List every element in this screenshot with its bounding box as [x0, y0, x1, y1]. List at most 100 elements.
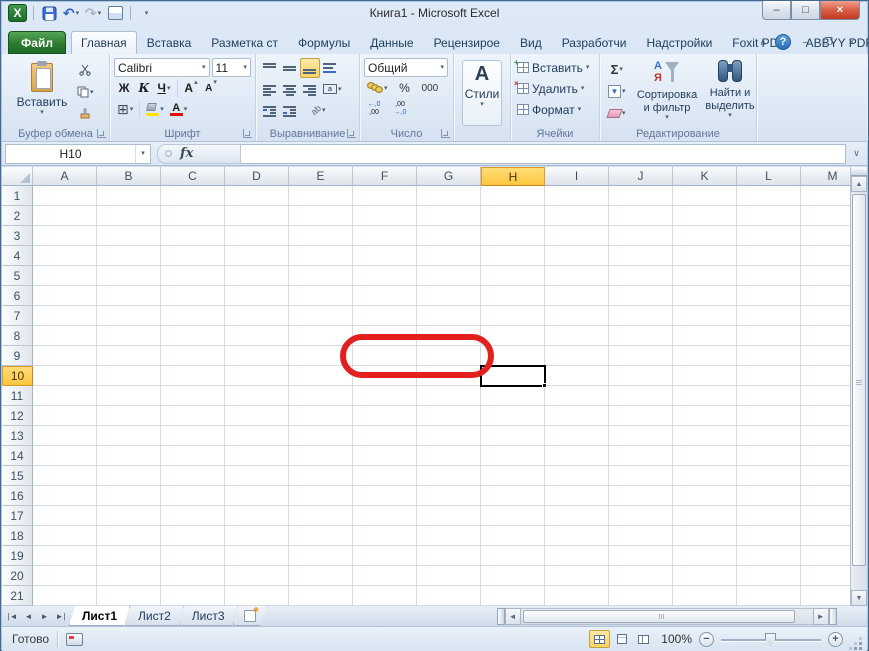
cell-H18[interactable] — [481, 526, 545, 546]
cell-K5[interactable] — [673, 266, 737, 286]
cell-K7[interactable] — [673, 306, 737, 326]
cell-H15[interactable] — [481, 466, 545, 486]
cell-I13[interactable] — [545, 426, 609, 446]
cell-M21[interactable] — [801, 586, 852, 606]
cell-A19[interactable] — [33, 546, 97, 566]
cell-H7[interactable] — [481, 306, 545, 326]
cell-H2[interactable] — [481, 206, 545, 226]
tab-Главная[interactable]: Главная — [71, 31, 137, 54]
format-painter-button[interactable] — [74, 104, 97, 124]
cell-L1[interactable] — [737, 186, 801, 206]
cell-I12[interactable] — [545, 406, 609, 426]
column-header-B[interactable]: B — [97, 167, 161, 186]
normal-view-button[interactable] — [589, 630, 610, 648]
fill-color-button[interactable]: ▾ — [143, 99, 167, 119]
cell-M7[interactable] — [801, 306, 852, 326]
cell-I10[interactable] — [545, 366, 609, 386]
cell-H16[interactable] — [481, 486, 545, 506]
row-header-6[interactable]: 6 — [2, 286, 33, 306]
column-header-M[interactable]: M — [801, 167, 852, 186]
cell-C8[interactable] — [161, 326, 225, 346]
cell-E3[interactable] — [289, 226, 353, 246]
align-center-button[interactable] — [280, 79, 300, 99]
cell-M16[interactable] — [801, 486, 852, 506]
previous-sheet-button[interactable]: ◄ — [21, 609, 36, 624]
cell-F4[interactable] — [353, 246, 417, 266]
cell-E14[interactable] — [289, 446, 353, 466]
cell-E15[interactable] — [289, 466, 353, 486]
cell-G13[interactable] — [417, 426, 481, 446]
cell-C9[interactable] — [161, 346, 225, 366]
cell-A21[interactable] — [33, 586, 97, 606]
cell-G18[interactable] — [417, 526, 481, 546]
find-select-button[interactable]: Найти и выделить ▾ — [699, 59, 761, 127]
cell-J9[interactable] — [609, 346, 673, 366]
cell-G11[interactable] — [417, 386, 481, 406]
cell-B14[interactable] — [97, 446, 161, 466]
cell-C7[interactable] — [161, 306, 225, 326]
workbook-close-button[interactable]: × — [843, 35, 860, 49]
cell-J15[interactable] — [609, 466, 673, 486]
cell-C11[interactable] — [161, 386, 225, 406]
column-header-H[interactable]: H — [481, 167, 545, 186]
cell-B16[interactable] — [97, 486, 161, 506]
cell-A17[interactable] — [33, 506, 97, 526]
cell-A4[interactable] — [33, 246, 97, 266]
cell-H8[interactable] — [481, 326, 545, 346]
cell-K14[interactable] — [673, 446, 737, 466]
cell-J21[interactable] — [609, 586, 673, 606]
scroll-down-button[interactable]: ▼ — [851, 590, 867, 606]
vertical-scroll-thumb[interactable] — [852, 194, 866, 566]
cell-E21[interactable] — [289, 586, 353, 606]
scroll-right-button[interactable]: ► — [813, 608, 829, 625]
name-box[interactable]: H10 ▾ — [5, 144, 151, 164]
cell-J16[interactable] — [609, 486, 673, 506]
cell-K18[interactable] — [673, 526, 737, 546]
decrease-indent-button[interactable] — [260, 100, 280, 120]
borders-button[interactable]: ⊞▾ — [114, 99, 136, 119]
cell-G15[interactable] — [417, 466, 481, 486]
copy-button[interactable]: ▾ — [74, 82, 97, 102]
cell-A12[interactable] — [33, 406, 97, 426]
cell-C14[interactable] — [161, 446, 225, 466]
horizontal-scrollbar[interactable]: ◄ ► — [497, 606, 867, 626]
cell-E4[interactable] — [289, 246, 353, 266]
cell-I6[interactable] — [545, 286, 609, 306]
cell-F5[interactable] — [353, 266, 417, 286]
cell-L14[interactable] — [737, 446, 801, 466]
cell-F3[interactable] — [353, 226, 417, 246]
row-header-9[interactable]: 9 — [2, 346, 33, 366]
cell-A15[interactable] — [33, 466, 97, 486]
cell-B18[interactable] — [97, 526, 161, 546]
cell-D4[interactable] — [225, 246, 289, 266]
cell-D18[interactable] — [225, 526, 289, 546]
cell-I17[interactable] — [545, 506, 609, 526]
cell-E16[interactable] — [289, 486, 353, 506]
row-header-4[interactable]: 4 — [2, 246, 33, 266]
cell-M2[interactable] — [801, 206, 852, 226]
column-header-A[interactable]: A — [33, 167, 97, 186]
cell-E12[interactable] — [289, 406, 353, 426]
cell-J1[interactable] — [609, 186, 673, 206]
cell-E18[interactable] — [289, 526, 353, 546]
cell-C20[interactable] — [161, 566, 225, 586]
styles-button[interactable]: А Стили ▾ — [462, 60, 502, 126]
cell-C18[interactable] — [161, 526, 225, 546]
horizontal-split-handle[interactable] — [829, 608, 837, 625]
font-color-button[interactable]: А ▾ — [167, 99, 191, 119]
cell-G12[interactable] — [417, 406, 481, 426]
cell-H13[interactable] — [481, 426, 545, 446]
column-header-C[interactable]: C — [161, 167, 225, 186]
row-header-15[interactable]: 15 — [2, 466, 33, 486]
dialog-launcher-icon[interactable] — [97, 129, 106, 138]
cell-I5[interactable] — [545, 266, 609, 286]
first-sheet-button[interactable]: |◄ — [5, 609, 20, 624]
cell-J12[interactable] — [609, 406, 673, 426]
workbook-minimize-button[interactable]: – — [797, 35, 814, 49]
cell-H6[interactable] — [481, 286, 545, 306]
maximize-button[interactable]: □ — [791, 1, 820, 20]
cell-D2[interactable] — [225, 206, 289, 226]
cell-K8[interactable] — [673, 326, 737, 346]
cell-L12[interactable] — [737, 406, 801, 426]
cell-K4[interactable] — [673, 246, 737, 266]
